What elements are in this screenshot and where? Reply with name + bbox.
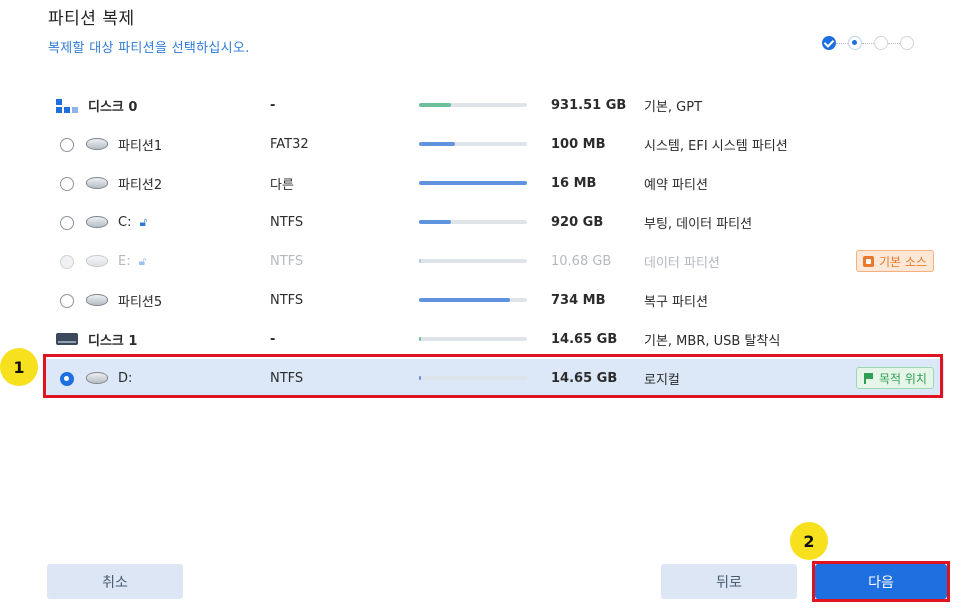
size: 16 MB <box>551 176 597 191</box>
usage-bar <box>419 376 527 380</box>
partition-type: 시스템, EFI 시스템 파티션 <box>644 139 788 154</box>
partition-type: 기본, GPT <box>644 100 703 115</box>
partition-type: 기본, MBR, USB 탈착식 <box>644 334 781 349</box>
usage-bar <box>419 220 527 224</box>
disk-name: 디스크 0 <box>88 100 138 115</box>
size: 100 MB <box>551 137 606 152</box>
partition-row[interactable]: C: 🔓︎ NTFS 920 GB 부팅, 데이터 파티션 <box>44 203 944 242</box>
filesystem: - <box>270 98 276 113</box>
next-button[interactable]: 다음 <box>815 564 947 599</box>
usage-fill <box>419 103 452 107</box>
filesystem: NTFS <box>270 293 304 308</box>
target-badge-label: 목적 위치 <box>879 371 927 386</box>
usage-fill <box>419 181 527 185</box>
partition-radio[interactable] <box>60 293 74 308</box>
partition-radio[interactable] <box>60 137 74 152</box>
step-check-icon <box>822 36 836 50</box>
usage-bar <box>419 337 527 341</box>
usage-bar <box>419 181 527 185</box>
partition-name: D: <box>118 371 133 386</box>
source-badge-label: 기본 소스 <box>879 254 927 269</box>
hard-drive-icon <box>86 293 108 308</box>
hard-drive-icon <box>86 215 108 230</box>
usage-bar <box>419 298 527 302</box>
step-current-icon <box>848 36 862 50</box>
size: 14.65 GB <box>551 332 618 347</box>
disk-blocks-icon <box>56 98 78 113</box>
partition-name: C: 🔓︎ <box>118 215 147 230</box>
usage-fill <box>419 376 421 380</box>
flag-icon <box>863 372 874 384</box>
partition-table: 디스크 0 - 931.51 GB 기본, GPT 파티션1 FAT32 100… <box>44 86 944 398</box>
usage-fill <box>419 142 455 146</box>
usage-bar <box>419 103 527 107</box>
partition-row[interactable]: 파티션5 NTFS 734 MB 복구 파티션 <box>44 281 944 320</box>
partition-type: 데이터 파티션 <box>644 256 720 271</box>
partition-radio <box>60 254 74 269</box>
filesystem: FAT32 <box>270 137 309 152</box>
hard-drive-icon <box>86 137 108 152</box>
partition-type: 복구 파티션 <box>644 295 708 310</box>
hard-drive-icon <box>86 254 108 269</box>
partition-letter: E: <box>118 254 131 269</box>
size: 920 GB <box>551 215 604 230</box>
partition-type: 부팅, 데이터 파티션 <box>644 217 753 232</box>
partition-row[interactable]: 파티션2 다른 16 MB 예약 파티션 <box>44 164 944 203</box>
step-connector <box>836 42 848 44</box>
page-subtitle: 복제할 대상 파티션을 선택하십시오. <box>48 41 250 56</box>
disk-row: 디스크 1 - 14.65 GB 기본, MBR, USB 탈착식 <box>44 320 944 359</box>
usage-bar <box>419 142 527 146</box>
target-badge: 목적 위치 <box>856 367 934 389</box>
source-icon <box>863 255 874 267</box>
partition-name: 파티션1 <box>118 139 163 154</box>
filesystem: - <box>270 332 276 347</box>
filesystem: NTFS <box>270 371 304 386</box>
partition-name: 파티션5 <box>118 295 163 310</box>
wizard-steps <box>822 36 914 50</box>
step-marker-2: 2 <box>790 522 828 560</box>
step-marker-1: 1 <box>0 348 38 386</box>
step-connector <box>862 42 874 44</box>
source-badge: 기본 소스 <box>856 250 934 272</box>
hard-drive-icon <box>86 176 108 191</box>
partition-row-selected[interactable]: D: NTFS 14.65 GB 로지컬 목적 위치 <box>44 359 944 398</box>
size: 14.65 GB <box>551 371 618 386</box>
size: 10.68 GB <box>551 254 612 269</box>
step-connector <box>888 42 900 44</box>
page-title: 파티션 복제 <box>48 9 135 29</box>
partition-radio[interactable] <box>60 176 74 191</box>
usage-fill <box>419 220 452 224</box>
unlock-icon: 🔓︎ <box>139 215 148 229</box>
size: 931.51 GB <box>551 98 627 113</box>
disk-name: 디스크 1 <box>88 334 138 349</box>
partition-name: E: 🔓︎ <box>118 254 146 269</box>
usage-fill <box>419 298 510 302</box>
partition-letter: C: <box>118 215 132 230</box>
size: 734 MB <box>551 293 606 308</box>
step-pending-icon <box>900 36 914 50</box>
disk-drive-icon <box>56 332 78 347</box>
filesystem: NTFS <box>270 254 304 269</box>
partition-radio[interactable] <box>60 371 74 386</box>
disk-row: 디스크 0 - 931.51 GB 기본, GPT <box>44 86 944 125</box>
usage-bar <box>419 259 527 263</box>
filesystem: 다른 <box>270 178 294 193</box>
partition-type: 로지컬 <box>644 373 680 388</box>
usage-fill <box>419 337 421 341</box>
step-pending-icon <box>874 36 888 50</box>
hard-drive-icon <box>86 371 108 386</box>
partition-name: 파티션2 <box>118 178 163 193</box>
partition-row: E: 🔓︎ NTFS 10.68 GB 데이터 파티션 기본 소스 <box>44 242 944 281</box>
unlock-icon: 🔓︎ <box>138 254 147 268</box>
cancel-button[interactable]: 취소 <box>47 564 183 599</box>
partition-row[interactable]: 파티션1 FAT32 100 MB 시스템, EFI 시스템 파티션 <box>44 125 944 164</box>
partition-radio[interactable] <box>60 215 74 230</box>
partition-type: 예약 파티션 <box>644 178 708 193</box>
usage-fill <box>419 259 421 263</box>
back-button[interactable]: 뒤로 <box>661 564 797 599</box>
filesystem: NTFS <box>270 215 304 230</box>
